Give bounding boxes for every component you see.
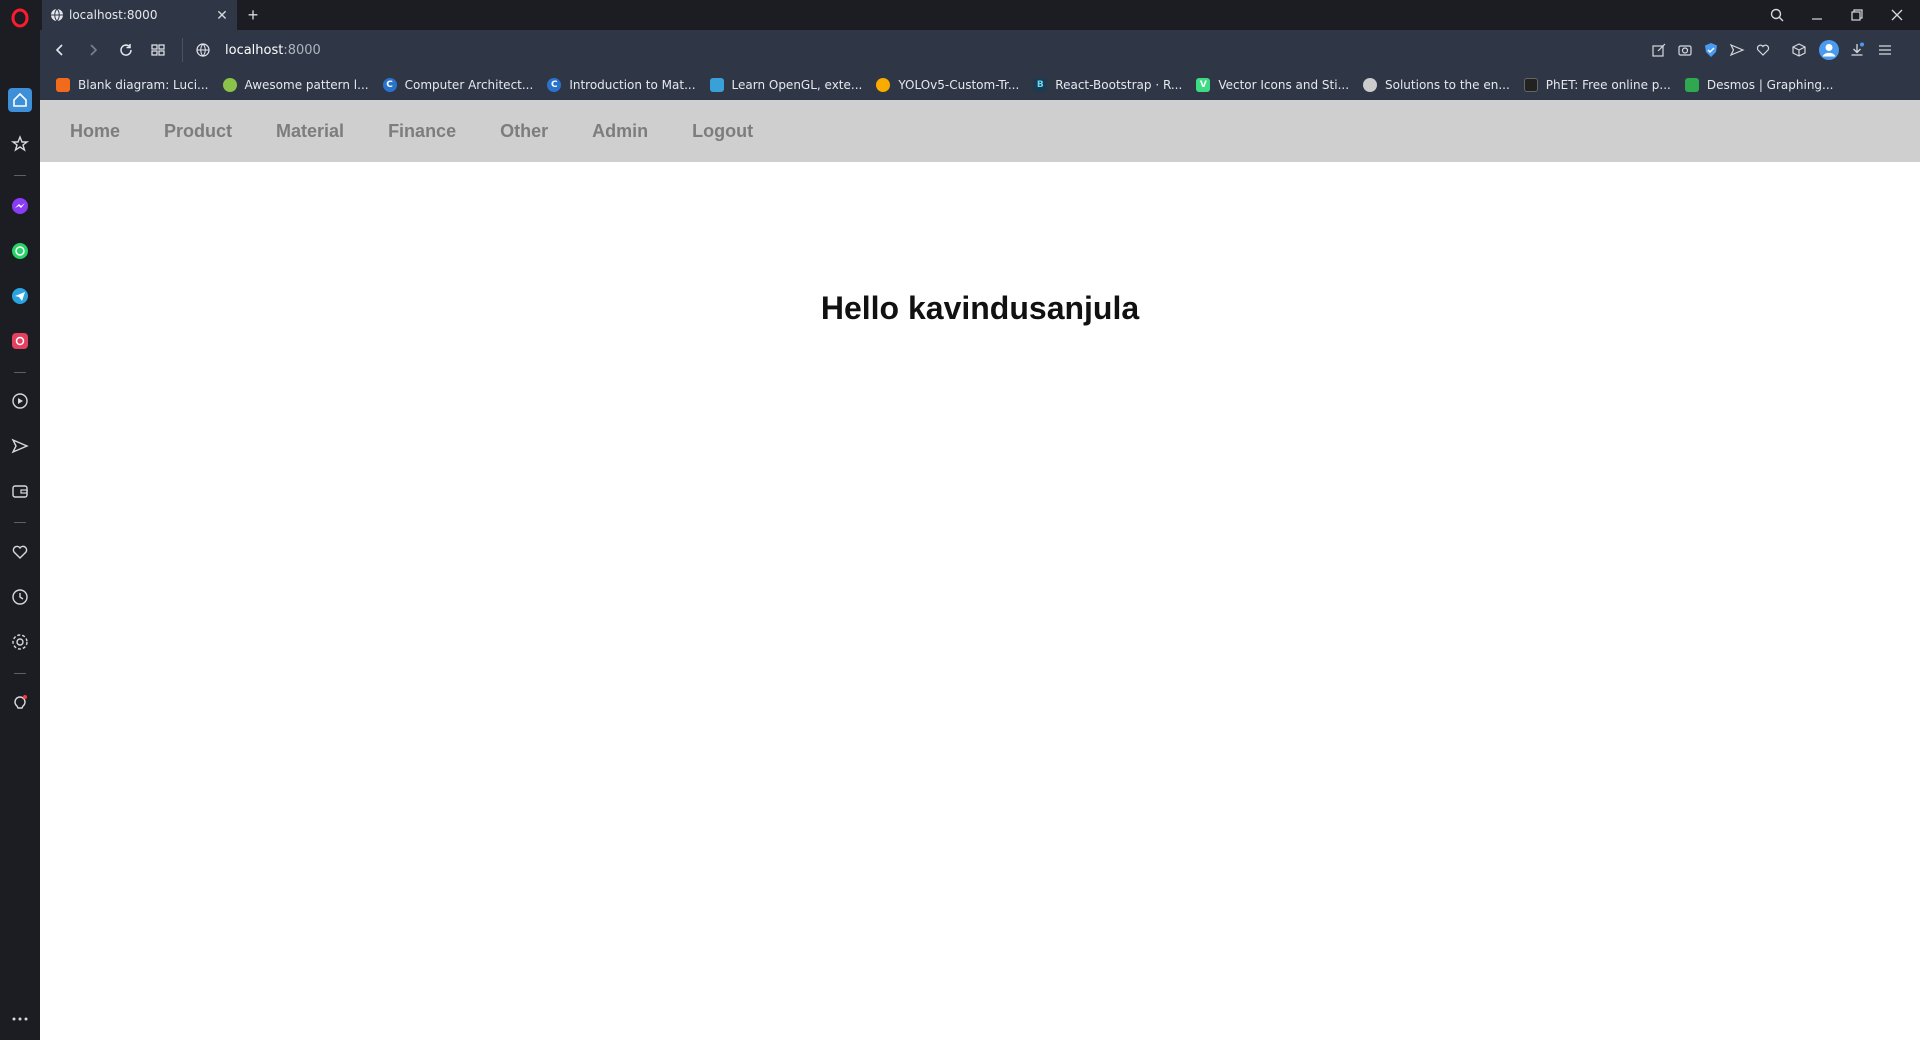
nav-other-link[interactable]: Other [500, 121, 548, 142]
bookmark-item[interactable]: B React-Bootstrap · R... [1033, 78, 1182, 92]
speed-dial-home-icon[interactable] [8, 88, 32, 112]
profile-avatar-icon[interactable] [1818, 39, 1840, 61]
minimize-icon[interactable] [1802, 0, 1832, 30]
url-field[interactable]: localhost:8000 [195, 37, 1665, 63]
lucid-icon [56, 78, 70, 92]
bookmark-item[interactable]: Solutions to the en... [1363, 78, 1510, 92]
bookmark-item[interactable]: Blank diagram: Luci... [56, 78, 209, 92]
new-tab-plus-icon[interactable]: + [243, 5, 263, 25]
settings-gear-icon[interactable] [8, 630, 32, 654]
tab-strip: localhost:8000 ✕ + [40, 0, 1920, 30]
bookmarks-bar: Blank diagram: Luci... Awesome pattern l… [40, 70, 1920, 100]
coursera-icon: C [547, 78, 562, 92]
back-arrow-icon[interactable] [50, 40, 70, 60]
bookmark-label: Computer Architect... [404, 78, 534, 92]
bookmarks-star-icon[interactable] [8, 132, 32, 156]
bookmark-item[interactable]: V Vector Icons and Sti... [1196, 78, 1349, 92]
easy-setup-menu-icon[interactable] [1876, 41, 1894, 59]
colab-icon [876, 78, 891, 92]
pinboard-heart-icon[interactable] [8, 540, 32, 564]
bookmark-item[interactable]: Awesome pattern l... [222, 78, 369, 92]
snapshot-camera-icon[interactable] [1676, 41, 1694, 59]
search-tabs-icon[interactable] [1762, 0, 1792, 30]
player-icon[interactable] [8, 389, 32, 413]
sidebar-divider [14, 673, 26, 674]
nav-material-link[interactable]: Material [276, 121, 344, 142]
greeting-heading: Hello kavindusanjula [820, 290, 1140, 326]
bookmark-label: Blank diagram: Luci... [78, 78, 209, 92]
opera-logo-icon[interactable] [8, 6, 32, 30]
vecteezy-icon: V [1196, 78, 1211, 92]
wallet-icon[interactable] [8, 479, 32, 503]
tab-close-icon[interactable]: ✕ [215, 7, 229, 23]
nav-logout-link[interactable]: Logout [692, 121, 753, 142]
bookmark-label: Solutions to the en... [1385, 78, 1510, 92]
history-clock-icon[interactable] [8, 585, 32, 609]
globe-icon [51, 8, 63, 22]
site-info-globe-icon[interactable] [195, 42, 211, 58]
bookmark-label: React-Bootstrap · R... [1055, 78, 1183, 92]
opengl-icon [709, 78, 724, 92]
bookmark-label: Awesome pattern l... [244, 78, 369, 92]
bookmark-item[interactable]: C Computer Architect... [382, 78, 534, 92]
desmos-icon [1684, 78, 1699, 92]
toolbar-divider [182, 38, 183, 62]
web-page: Home Product Material Finance Other Admi… [40, 100, 1920, 1040]
flow-send-icon[interactable] [8, 434, 32, 458]
more-options-icon[interactable] [8, 1007, 32, 1031]
vpn-shield-icon[interactable] [1702, 41, 1720, 59]
instagram-icon[interactable] [8, 329, 32, 353]
browser-sidebar [0, 0, 40, 1040]
bookmark-item[interactable]: Learn OpenGL, exte... [709, 78, 863, 92]
phet-icon [1523, 78, 1538, 92]
bookmark-item[interactable]: PhET: Free online p... [1523, 78, 1671, 92]
telegram-icon[interactable] [8, 284, 32, 308]
bookmark-label: Learn OpenGL, exte... [731, 78, 863, 92]
tab-grid-icon[interactable] [148, 40, 168, 60]
downloads-icon[interactable] [1848, 41, 1866, 59]
address-toolbar: localhost:8000 [40, 30, 1920, 70]
share-edit-icon[interactable] [1650, 41, 1668, 59]
forward-arrow-icon[interactable] [83, 40, 103, 60]
messenger-icon[interactable] [8, 194, 32, 218]
nav-finance-link[interactable]: Finance [388, 121, 456, 142]
nav-admin-link[interactable]: Admin [592, 121, 648, 142]
close-window-icon[interactable] [1882, 0, 1912, 30]
react-bootstrap-icon: B [1033, 78, 1048, 92]
bookmark-label: Vector Icons and Sti... [1218, 78, 1350, 92]
bookmark-label: YOLOv5-Custom-Tr... [898, 78, 1020, 92]
solutions-icon [1363, 78, 1378, 92]
reload-icon[interactable] [116, 40, 136, 60]
bookmark-item[interactable]: C Introduction to Mat... [547, 78, 696, 92]
tab-title: localhost:8000 [69, 8, 158, 22]
url-host: localhost [225, 42, 284, 58]
bookmark-label: Desmos | Graphing... [1706, 78, 1834, 92]
sidebar-divider [14, 372, 26, 373]
sidebar-divider [14, 522, 26, 523]
nav-product-link[interactable]: Product [164, 121, 232, 142]
favorite-heart-icon[interactable] [1754, 41, 1772, 59]
android-icon [222, 78, 237, 92]
bookmark-label: Introduction to Mat... [569, 78, 696, 92]
bookmark-item[interactable]: YOLOv5-Custom-Tr... [876, 78, 1019, 92]
coursera-icon: C [382, 78, 397, 92]
sidebar-divider [14, 175, 26, 176]
restore-icon[interactable] [1842, 0, 1872, 30]
bookmark-item[interactable]: Desmos | Graphing... [1684, 78, 1834, 92]
bookmark-label: PhET: Free online p... [1545, 78, 1671, 92]
whatsapp-icon[interactable] [8, 239, 32, 263]
site-navbar: Home Product Material Finance Other Admi… [40, 100, 1920, 162]
tips-lightbulb-icon[interactable] [8, 691, 32, 715]
url-port: :8000 [283, 42, 321, 58]
send-icon[interactable] [1728, 41, 1746, 59]
extensions-cube-icon[interactable] [1790, 41, 1808, 59]
tab-localhost[interactable]: localhost:8000 ✕ [42, 0, 237, 30]
nav-home-link[interactable]: Home [70, 121, 120, 142]
